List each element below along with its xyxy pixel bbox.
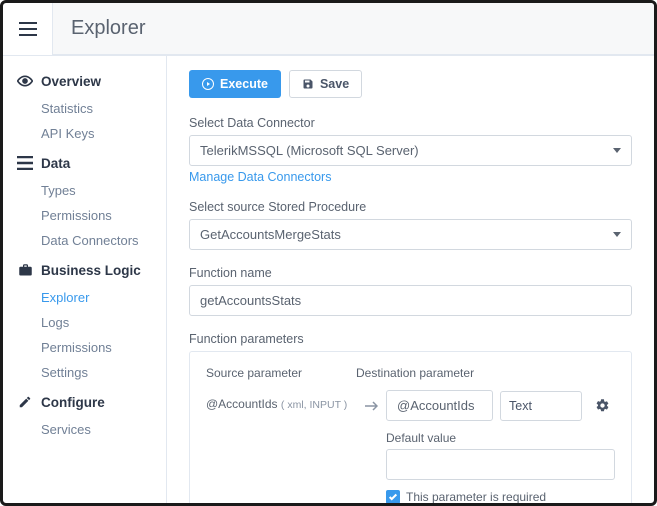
procedure-label: Select source Stored Procedure bbox=[189, 200, 632, 214]
execute-label: Execute bbox=[220, 77, 268, 91]
sidebar-section-configure[interactable]: Configure bbox=[3, 387, 166, 417]
page-title: Explorer bbox=[71, 17, 636, 40]
save-label: Save bbox=[320, 77, 349, 91]
sidebar-item-services[interactable]: Services bbox=[3, 417, 166, 442]
sidebar-section-overview[interactable]: Overview bbox=[3, 66, 166, 96]
check-icon bbox=[388, 492, 398, 502]
eye-icon bbox=[17, 73, 33, 89]
play-icon bbox=[202, 78, 214, 90]
function-name-label: Function name bbox=[189, 266, 632, 280]
sidebar-section-label: Business Logic bbox=[41, 263, 141, 278]
source-param-meta: ( xml, INPUT ) bbox=[281, 399, 347, 411]
procedure-select[interactable]: GetAccountsMergeStats bbox=[189, 219, 632, 250]
required-label: This parameter is required bbox=[406, 490, 546, 503]
main-content: Execute Save Select Data Connector Teler… bbox=[167, 56, 654, 503]
sidebar-item-logs[interactable]: Logs bbox=[3, 310, 166, 335]
caret-down-icon bbox=[613, 232, 621, 237]
gear-icon bbox=[595, 398, 610, 413]
source-param-name: @AccountIds bbox=[206, 397, 278, 411]
function-name-input[interactable] bbox=[189, 285, 632, 316]
params-header: Source parameter Destination parameter bbox=[206, 366, 615, 380]
sidebar-section-business-logic[interactable]: Business Logic bbox=[3, 255, 166, 285]
manage-connectors-link[interactable]: Manage Data Connectors bbox=[189, 170, 331, 184]
procedure-value: GetAccountsMergeStats bbox=[200, 227, 341, 242]
sidebar: Overview Statistics API Keys Data Types … bbox=[3, 56, 167, 503]
function-parameters: Function parameters Source parameter Des… bbox=[189, 332, 632, 503]
execute-button[interactable]: Execute bbox=[189, 70, 281, 98]
connector-select[interactable]: TelerikMSSQL (Microsoft SQL Server) bbox=[189, 135, 632, 166]
dest-param-header: Destination parameter bbox=[356, 366, 474, 380]
menu-toggle[interactable] bbox=[3, 3, 53, 55]
required-checkbox[interactable] bbox=[386, 490, 400, 503]
default-value-input[interactable] bbox=[386, 449, 615, 480]
sidebar-section-data[interactable]: Data bbox=[3, 148, 166, 178]
connector-label: Select Data Connector bbox=[189, 116, 632, 130]
action-bar: Execute Save bbox=[189, 70, 632, 98]
required-row: This parameter is required bbox=[386, 490, 615, 503]
source-param: @AccountIds ( xml, INPUT ) bbox=[206, 390, 356, 411]
app-window: Explorer Overview Statistics API Keys Da… bbox=[0, 0, 657, 506]
sidebar-item-permissions[interactable]: Permissions bbox=[3, 203, 166, 228]
sidebar-item-settings[interactable]: Settings bbox=[3, 360, 166, 385]
sidebar-section-label: Data bbox=[41, 156, 70, 171]
destination-column: Text Default value bbox=[386, 390, 615, 503]
connector-field: Select Data Connector TelerikMSSQL (Micr… bbox=[189, 116, 632, 184]
param-type-select[interactable]: Text bbox=[500, 391, 582, 421]
sidebar-item-types[interactable]: Types bbox=[3, 178, 166, 203]
title-area: Explorer bbox=[53, 3, 654, 55]
sidebar-item-data-connectors[interactable]: Data Connectors bbox=[3, 228, 166, 253]
params-box: Source parameter Destination parameter @… bbox=[189, 351, 632, 503]
default-value-label: Default value bbox=[386, 431, 615, 445]
sidebar-item-statistics[interactable]: Statistics bbox=[3, 96, 166, 121]
arrow-right-icon bbox=[364, 390, 378, 414]
save-button[interactable]: Save bbox=[289, 70, 362, 98]
procedure-field: Select source Stored Procedure GetAccoun… bbox=[189, 200, 632, 250]
dest-param-input[interactable] bbox=[386, 390, 493, 421]
sidebar-item-bl-permissions[interactable]: Permissions bbox=[3, 335, 166, 360]
params-label: Function parameters bbox=[189, 332, 632, 346]
briefcase-icon bbox=[17, 262, 33, 278]
pencil-icon bbox=[17, 394, 33, 410]
param-type-value: Text bbox=[509, 399, 532, 413]
sidebar-item-api-keys[interactable]: API Keys bbox=[3, 121, 166, 146]
function-name-field: Function name bbox=[189, 266, 632, 316]
body: Overview Statistics API Keys Data Types … bbox=[3, 56, 654, 503]
caret-down-icon bbox=[613, 148, 621, 153]
hamburger-icon bbox=[19, 22, 37, 36]
source-param-header: Source parameter bbox=[206, 366, 356, 380]
param-settings-button[interactable] bbox=[589, 391, 615, 421]
sidebar-item-explorer[interactable]: Explorer bbox=[3, 285, 166, 310]
save-icon bbox=[302, 78, 314, 90]
topbar: Explorer bbox=[3, 3, 654, 56]
param-row: @AccountIds ( xml, INPUT ) Text bbox=[206, 390, 615, 503]
connector-value: TelerikMSSQL (Microsoft SQL Server) bbox=[200, 143, 419, 158]
sidebar-section-label: Overview bbox=[41, 74, 101, 89]
sidebar-section-label: Configure bbox=[41, 395, 105, 410]
list-icon bbox=[17, 155, 33, 171]
